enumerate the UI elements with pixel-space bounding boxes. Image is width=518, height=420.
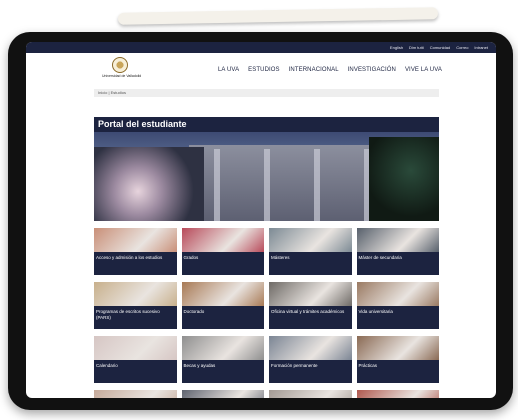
card-label: Formación permanente [271, 363, 318, 368]
blossom-foliage-image [94, 147, 204, 221]
card-photo [94, 228, 177, 252]
utility-bar: English Dim tutti Comunidad Correo Intra… [26, 42, 496, 53]
card-photo [356, 282, 439, 306]
nav-item[interactable]: INVESTIGACIÓN [348, 67, 396, 73]
study-card[interactable]: Oficina virtual y trámites académicos [269, 282, 352, 329]
card-label: Doctorado [183, 309, 205, 314]
card-photo [181, 336, 264, 360]
study-card[interactable]: Alumni [356, 390, 439, 398]
card-photo [181, 390, 264, 398]
card-label: Programas de escritos sucesivo (PARS) [96, 309, 160, 320]
university-seal-icon [112, 57, 128, 73]
card-photo [356, 228, 439, 252]
card-photo [94, 336, 177, 360]
card-photo [181, 282, 264, 306]
card-label: Vida universitaria [358, 309, 393, 314]
card-photo [269, 282, 352, 306]
study-card[interactable]: Vida universitaria [356, 282, 439, 329]
study-card[interactable]: Másteres [269, 228, 352, 275]
nav-item[interactable]: INTERNACIONAL [289, 67, 339, 73]
logo-text: Universidad de Valladolid [102, 74, 142, 78]
card-photo [94, 390, 177, 398]
university-logo[interactable]: Universidad de Valladolid [102, 57, 142, 78]
card-photo [356, 336, 439, 360]
utility-item[interactable]: Comunidad [430, 45, 450, 50]
tablet-frame: English Dim tutti Comunidad Correo Intra… [8, 32, 513, 410]
study-card[interactable]: Prácticas [356, 336, 439, 383]
card-photo [269, 336, 352, 360]
card-label: Grados [183, 255, 199, 260]
card-photo [94, 282, 177, 306]
utility-item[interactable]: Dim tutti [409, 45, 424, 50]
card-photo [269, 228, 352, 252]
card-label: Prácticas [358, 363, 378, 368]
study-card[interactable]: Grados [181, 228, 264, 275]
study-card[interactable]: Formación permanente [269, 336, 352, 383]
card-label: Másteres [271, 255, 290, 260]
utility-item[interactable]: Correo [456, 45, 468, 50]
card-photo [269, 390, 352, 398]
breadcrumb[interactable]: Inicio | Estudios [94, 89, 439, 97]
pencil [117, 7, 439, 25]
study-card[interactable]: Becas y ayudas [181, 336, 264, 383]
utility-item[interactable]: Intranet [474, 45, 488, 50]
study-card[interactable]: Máster de secundaria [356, 228, 439, 275]
main-nav: LA UVA ESTUDIOS INTERNACIONAL INVESTIGAC… [218, 67, 442, 73]
study-card[interactable]: Calendario [94, 336, 177, 383]
study-cards-grid: Acceso y admisión a los estudios Grados Má… [94, 228, 439, 398]
utility-item[interactable]: English [390, 45, 403, 50]
study-card[interactable]: Doctorado [181, 282, 264, 329]
facade-column [264, 149, 270, 221]
card-label: Oficina virtual y trámites académicos [271, 309, 345, 314]
study-card[interactable]: Empleo [94, 390, 177, 398]
tree-image [369, 137, 439, 221]
card-label: Acceso y admisión a los estudios [96, 255, 163, 260]
card-label: Becas y ayudas [183, 363, 216, 368]
study-card[interactable]: Participación estudiantil [181, 390, 264, 398]
card-photo [181, 228, 264, 252]
site-header: Universidad de Valladolid LA UVA ESTUDIO… [26, 53, 496, 89]
page-title: Portal del estudiante [94, 117, 439, 132]
facade-column [214, 149, 220, 221]
study-card[interactable]: Acceso y admisión a los estudios [94, 228, 177, 275]
facade-column [314, 149, 320, 221]
hero-banner: Portal del estudiante [94, 117, 439, 221]
study-card[interactable]: Programas de escritos sucesivo (PARS) [94, 282, 177, 329]
nav-item[interactable]: VIVE LA UVA [405, 67, 442, 73]
study-card[interactable]: Movilidad [269, 390, 352, 398]
nav-item[interactable]: ESTUDIOS [248, 67, 279, 73]
card-label: Calendario [96, 363, 118, 368]
card-photo [356, 390, 439, 398]
card-label: Máster de secundaria [358, 255, 402, 260]
nav-item[interactable]: LA UVA [218, 67, 239, 73]
browser-screen: English Dim tutti Comunidad Correo Intra… [26, 42, 496, 398]
